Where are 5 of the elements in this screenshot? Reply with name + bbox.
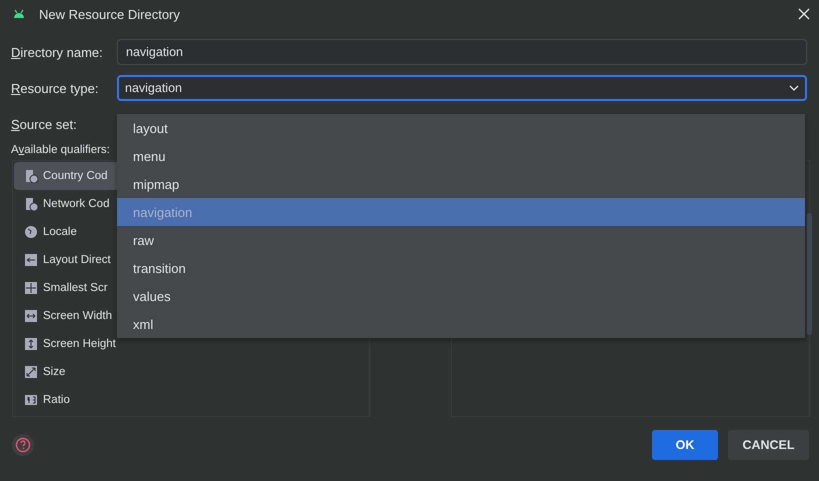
window-title: New Resource Directory bbox=[39, 6, 181, 22]
section-label: Available qualifiers: bbox=[11, 144, 110, 156]
field-label: Source set: bbox=[11, 116, 78, 132]
field-label: Directory name: bbox=[11, 44, 104, 60]
field-label: Resource type: bbox=[11, 80, 100, 96]
